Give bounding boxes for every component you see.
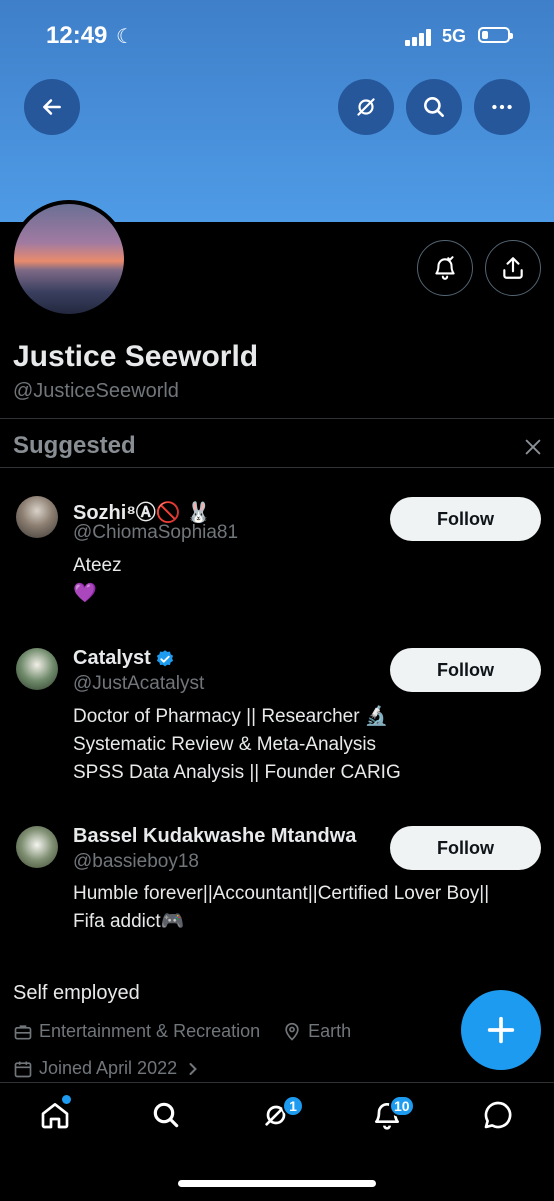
share-icon <box>503 257 523 279</box>
arrow-left-icon <box>43 99 61 115</box>
suggested-avatar[interactable] <box>16 496 58 538</box>
profile-joined-row[interactable]: Joined April 2022 <box>13 1058 203 1079</box>
tab-messages[interactable] <box>478 1095 518 1135</box>
home-unread-dot <box>62 1095 71 1104</box>
suggested-title: Suggested <box>13 432 136 459</box>
search-button[interactable] <box>406 79 462 135</box>
battery-icon <box>478 27 513 43</box>
profile-meta-row: Entertainment & Recreation Earth <box>13 1021 351 1042</box>
notifications-badge: 10 <box>389 1095 415 1117</box>
suggested-avatar[interactable] <box>16 826 58 868</box>
profile-joined: Joined April 2022 <box>39 1058 178 1078</box>
tab-search[interactable] <box>146 1095 186 1135</box>
network-type: 5G <box>442 26 467 46</box>
plus-icon <box>487 1016 515 1044</box>
profile-handle: @JusticeSeeworld <box>13 380 179 402</box>
compose-button[interactable] <box>461 990 541 1070</box>
search-icon <box>153 1102 179 1128</box>
status-time: 12:49 <box>46 22 108 49</box>
follow-button[interactable]: Follow <box>390 826 541 870</box>
suggested-handle: @bassieboy18 <box>73 851 199 872</box>
suggested-name[interactable]: Sozhi⁸Ⓐ🚫 🐰 <box>73 496 211 525</box>
follow-button[interactable]: Follow <box>390 497 541 541</box>
suggested-name: Catalyst <box>73 647 151 669</box>
status-bar: 12:49 ☾ 5G <box>0 0 554 70</box>
profile-location: Earth <box>308 1021 352 1041</box>
suggested-bio: Doctor of Pharmacy || Researcher 🔬 Syste… <box>73 706 401 783</box>
notifications-toggle-button[interactable] <box>417 240 473 296</box>
suggested-bio: Humble forever||Accountant||Certified Lo… <box>73 883 490 932</box>
more-icon <box>492 104 512 110</box>
follow-button[interactable]: Follow <box>390 648 541 692</box>
close-icon[interactable] <box>522 436 544 458</box>
grok-button[interactable] <box>338 79 394 135</box>
bell-plus-icon <box>435 256 455 280</box>
divider <box>0 467 554 468</box>
profile-avatar[interactable] <box>10 200 128 318</box>
more-button[interactable] <box>474 79 530 135</box>
chevron-right-icon <box>189 1062 198 1075</box>
grok-icon <box>357 98 375 116</box>
home-indicator <box>178 1180 376 1187</box>
profile-name: Justice Seeworld <box>13 340 259 373</box>
suggested-handle: @ChiomaSophia81 <box>73 522 239 543</box>
suggested-handle: @JustAcatalyst <box>73 673 205 694</box>
suggested-name[interactable]: Bassel Kudakwashe Mtandwa <box>73 825 356 848</box>
profile-bio: Self employed <box>13 982 140 1004</box>
verified-badge-icon <box>156 649 173 666</box>
search-icon <box>424 97 444 117</box>
cellular-signal-icon <box>405 28 433 46</box>
share-profile-button[interactable] <box>485 240 541 296</box>
focus-moon-icon: ☾ <box>116 26 134 48</box>
divider <box>0 418 554 419</box>
communities-badge: 1 <box>282 1095 304 1117</box>
suggested-bio: Ateez 💜 <box>73 555 122 604</box>
calendar-icon <box>14 1061 32 1077</box>
location-pin-icon <box>285 1022 299 1041</box>
message-icon <box>484 1101 512 1129</box>
profile-category: Entertainment & Recreation <box>39 1021 261 1041</box>
suggested-avatar[interactable] <box>16 648 58 690</box>
suggested-name-row[interactable]: Catalyst <box>73 647 175 670</box>
back-button[interactable] <box>24 79 80 135</box>
briefcase-icon <box>14 1024 32 1039</box>
